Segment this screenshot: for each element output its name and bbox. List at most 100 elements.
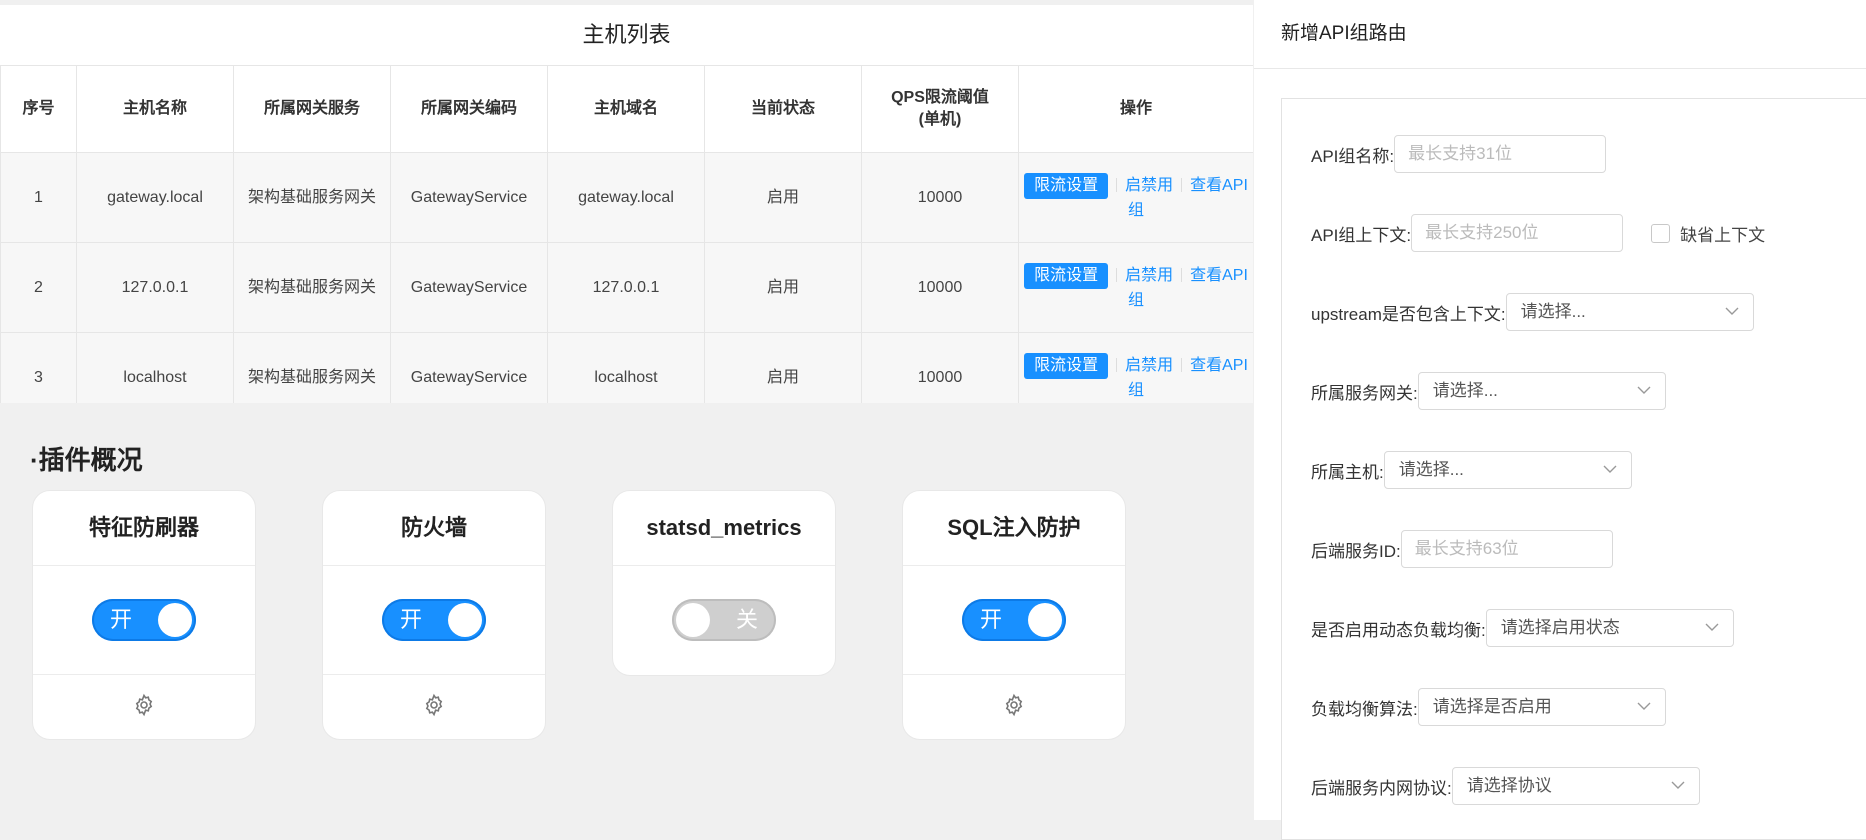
host-select[interactable]: 请选择... <box>1383 451 1632 489</box>
plugin-card-title: 特征防刷器 <box>33 491 255 566</box>
cell-name: gateway.local <box>76 152 234 243</box>
toggle-enable-link[interactable]: 启禁用 <box>1125 177 1173 194</box>
form-row-upstream: upstream是否包含上下文: 请选择... <box>1282 292 1754 332</box>
plugin-toggle-switch[interactable]: 开 <box>962 599 1066 641</box>
host-label: 所属主机: <box>1311 462 1384 482</box>
api-name-input[interactable]: 最长支持31位 <box>1394 135 1607 173</box>
op-divider <box>1181 358 1183 373</box>
protocol-select-value: 请选择协议 <box>1466 776 1552 795</box>
limit-setting-button[interactable]: 限流设置 <box>1024 352 1109 379</box>
table-row: 2 127.0.0.1 架构基础服务网关 GatewayService 127.… <box>0 242 1253 333</box>
lb-algo-select[interactable]: 请选择是否启用 <box>1417 688 1666 726</box>
plugin-card-title: SQL注入防护 <box>903 491 1125 566</box>
gear-icon[interactable] <box>422 693 446 722</box>
plugin-toggle-switch[interactable]: 关 <box>672 599 776 641</box>
cell-qps: 10000 <box>861 332 1019 403</box>
default-context-label: 缺省上下文 <box>1680 225 1766 245</box>
plugin-card: 特征防刷器 开 <box>32 490 256 740</box>
protocol-label: 后端服务内网协议: <box>1311 778 1452 798</box>
form-row-backend-id: 后端服务ID: 最长支持63位 <box>1282 529 1613 569</box>
gateway-select[interactable]: 请选择... <box>1417 372 1666 410</box>
cell-status: 启用 <box>704 332 862 403</box>
cell-domain: 127.0.0.1 <box>547 242 705 333</box>
drawer-title: 新增API组路由 <box>1254 0 1866 69</box>
cell-service: 架构基础服务网关 <box>233 152 391 243</box>
dynamic-lb-select[interactable]: 请选择启用状态 <box>1485 609 1734 647</box>
backend-id-input[interactable]: 最长支持63位 <box>1400 530 1613 568</box>
chevron-down-icon <box>1637 386 1651 394</box>
gear-icon[interactable] <box>1002 693 1026 722</box>
toggle-knob <box>1028 603 1062 637</box>
host-list-title: 主机列表 <box>582 22 671 47</box>
host-table: 序号 主机名称 所属网关服务 所属网关编码 主机域名 当前状态 QPS限流阈值 (… <box>0 65 1253 403</box>
toggle-state-label: 开 <box>400 607 423 632</box>
chevron-down-icon <box>1603 465 1617 473</box>
cell-code: GatewayService <box>390 152 548 243</box>
cell-index: 3 <box>0 332 77 403</box>
api-context-label: API组上下文: <box>1311 225 1412 245</box>
toggle-state-label: 开 <box>110 607 133 632</box>
col-header-code: 所属网关编码 <box>390 65 548 153</box>
op-divider <box>1116 178 1118 193</box>
col-header-service: 所属网关服务 <box>233 65 391 153</box>
lb-algo-label: 负载均衡算法: <box>1311 699 1418 719</box>
col-header-qps-line1: QPS限流阈值 <box>891 89 989 106</box>
api-group-form: API组名称: 最长支持31位 API组上下文: 最长支持250位 缺省上下文 … <box>1281 98 1866 840</box>
table-row: 1 gateway.local 架构基础服务网关 GatewayService … <box>0 152 1253 243</box>
protocol-select[interactable]: 请选择协议 <box>1451 767 1700 805</box>
host-select-value: 请选择... <box>1398 460 1464 479</box>
limit-setting-button[interactable]: 限流设置 <box>1024 262 1109 289</box>
op-divider <box>1181 178 1183 193</box>
col-header-qps: QPS限流阈值 (单机) <box>861 65 1019 153</box>
api-context-input[interactable]: 最长支持250位 <box>1411 214 1624 252</box>
upstream-label: upstream是否包含上下文: <box>1311 304 1506 324</box>
form-row-api-name: API组名称: 最长支持31位 <box>1282 134 1607 174</box>
op-divider <box>1116 358 1118 373</box>
plugin-card: 防火墙 开 <box>322 490 546 740</box>
main-area: 主机列表 序号 主机名称 所属网关服务 所属网关编码 主机域名 当前状态 QPS… <box>0 0 1253 820</box>
chevron-down-icon <box>1671 781 1685 789</box>
cell-status: 启用 <box>704 242 862 333</box>
toggle-state-label: 开 <box>980 607 1003 632</box>
col-header-domain: 主机域名 <box>547 65 705 153</box>
cell-name: localhost <box>76 332 234 403</box>
cell-ops: 限流设置 启禁用 查看API组 <box>1018 242 1253 333</box>
checkbox-box[interactable] <box>1651 223 1671 243</box>
backend-id-label: 后端服务ID: <box>1311 541 1401 561</box>
plugin-toggle-switch[interactable]: 开 <box>382 599 486 641</box>
cell-ops: 限流设置 启禁用 查看API组 <box>1018 332 1253 403</box>
gateway-select-value: 请选择... <box>1432 381 1498 400</box>
cell-index: 1 <box>0 152 77 243</box>
col-header-ops: 操作 <box>1018 65 1253 153</box>
plugin-card: statsd_metrics 关 <box>612 490 836 676</box>
toggle-knob <box>448 603 482 637</box>
default-context-checkbox[interactable]: 缺省上下文 <box>1651 221 1765 246</box>
cell-index: 2 <box>0 242 77 333</box>
dynamic-lb-label: 是否启用动态负载均衡: <box>1311 620 1486 640</box>
plugin-toggle-switch[interactable]: 开 <box>92 599 196 641</box>
add-api-group-drawer: 新增API组路由 API组名称: 最长支持31位 API组上下文: 最长支持25… <box>1254 0 1866 840</box>
gateway-label: 所属服务网关: <box>1311 383 1418 403</box>
op-divider <box>1181 268 1183 283</box>
col-header-name: 主机名称 <box>76 65 234 153</box>
toggle-enable-link[interactable]: 启禁用 <box>1125 267 1173 284</box>
col-header-index: 序号 <box>0 65 77 153</box>
cell-status: 启用 <box>704 152 862 243</box>
col-header-status: 当前状态 <box>704 65 862 153</box>
form-row-gateway: 所属服务网关: 请选择... <box>1282 371 1666 411</box>
cell-qps: 10000 <box>861 152 1019 243</box>
form-row-host: 所属主机: 请选择... <box>1282 450 1632 490</box>
cell-service: 架构基础服务网关 <box>233 332 391 403</box>
op-divider <box>1116 268 1118 283</box>
chevron-down-icon <box>1705 623 1719 631</box>
gear-icon[interactable] <box>132 693 156 722</box>
host-list-panel: 主机列表 序号 主机名称 所属网关服务 所属网关编码 主机域名 当前状态 QPS… <box>0 5 1253 403</box>
form-row-dynamic-lb: 是否启用动态负载均衡: 请选择启用状态 <box>1282 608 1734 648</box>
cell-ops: 限流设置 启禁用 查看API组 <box>1018 152 1253 243</box>
plugin-card: SQL注入防护 开 <box>902 490 1126 740</box>
upstream-select[interactable]: 请选择... <box>1505 293 1754 331</box>
form-row-lb-algo: 负载均衡算法: 请选择是否启用 <box>1282 687 1666 727</box>
col-header-qps-line2: (单机) <box>918 111 962 128</box>
limit-setting-button[interactable]: 限流设置 <box>1024 172 1109 199</box>
toggle-enable-link[interactable]: 启禁用 <box>1125 357 1173 374</box>
